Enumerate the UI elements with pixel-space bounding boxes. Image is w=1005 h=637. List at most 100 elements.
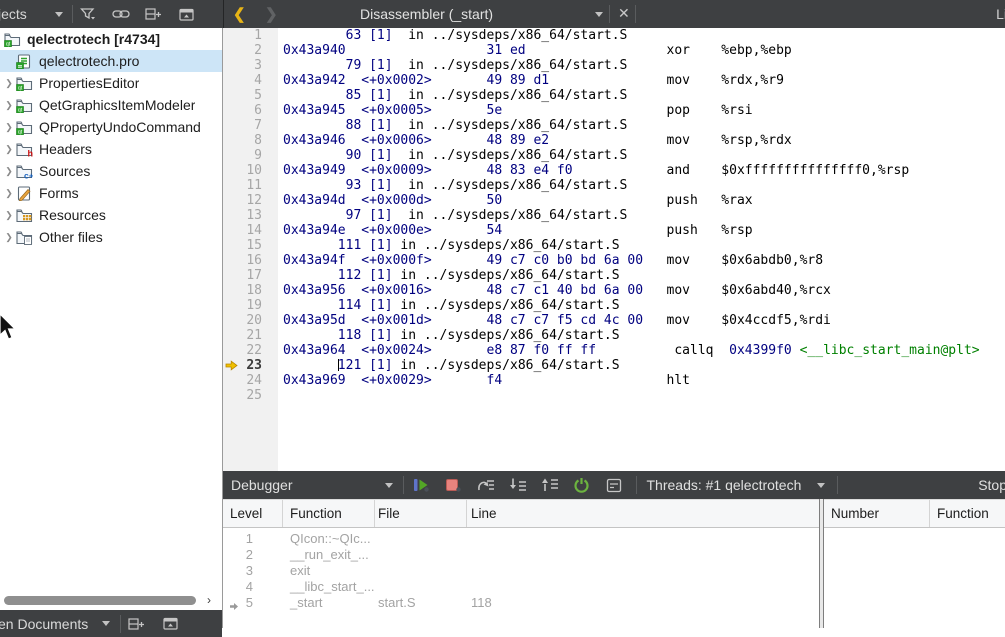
restart-icon[interactable]: [567, 473, 597, 497]
chevron-right-icon[interactable]: ❯: [2, 166, 16, 177]
projects-pane-title[interactable]: jects: [0, 6, 27, 22]
disasm-line-13[interactable]: 97 [1] in ../sysdeps/x86_64/start.S: [278, 208, 1005, 223]
line-number[interactable]: 3: [223, 58, 278, 73]
stack-frame-row[interactable]: 5_startstart.S118: [223, 594, 820, 610]
close-icon[interactable]: ✕: [618, 5, 630, 22]
disasm-line-7[interactable]: 88 [1] in ../sysdeps/x86_64/start.S: [278, 118, 1005, 133]
back-icon[interactable]: ❮: [233, 5, 246, 23]
line-number[interactable]: 16: [223, 253, 278, 268]
line-number[interactable]: 2: [223, 43, 278, 58]
sidebar-item-propertieseditor[interactable]: ❯qtPropertiesEditor: [0, 72, 222, 94]
stack-frame-row[interactable]: 3exit: [223, 562, 820, 578]
disassembly-editor[interactable]: 1234567891011121314151617181920212223242…: [223, 28, 1005, 471]
line-number[interactable]: 21: [223, 328, 278, 343]
stack-column-line[interactable]: Line: [467, 500, 820, 527]
line-number[interactable]: 24: [223, 373, 278, 388]
disasm-line-19[interactable]: 114 [1] in ../sysdeps/x86_64/start.S: [278, 298, 1005, 313]
sidebar-horizontal-scrollbar[interactable]: ›: [0, 593, 222, 608]
split-new-window-icon[interactable]: [143, 3, 165, 25]
line-number[interactable]: 14: [223, 223, 278, 238]
line-number[interactable]: 17: [223, 268, 278, 283]
disasm-line-1[interactable]: 63 [1] in ../sysdeps/x86_64/start.S: [278, 28, 1005, 43]
chevron-right-icon[interactable]: ❯: [2, 122, 16, 133]
console-view-icon[interactable]: [599, 473, 629, 497]
forward-icon[interactable]: ❯: [265, 5, 278, 23]
open-documents-title[interactable]: en Documents: [0, 616, 88, 632]
disasm-line-21[interactable]: 118 [1] in ../sysdeps/x86_64/start.S: [278, 328, 1005, 343]
disasm-line-5[interactable]: 85 [1] in ../sysdeps/x86_64/start.S: [278, 88, 1005, 103]
disasm-line-12[interactable]: 0x43a94d <+0x000d> 50 push %rax: [278, 193, 1005, 208]
line-number[interactable]: 18: [223, 283, 278, 298]
split-new-window-icon[interactable]: [125, 613, 147, 635]
disasm-line-4[interactable]: 0x43a942 <+0x0002> 49 89 d1 mov %rdx,%r9: [278, 73, 1005, 88]
line-number-gutter[interactable]: 1234567891011121314151617181920212223242…: [223, 28, 278, 471]
debugger-perspective-select[interactable]: Debugger: [231, 477, 293, 493]
stack-frame-row[interactable]: 2__run_exit_...: [223, 546, 820, 562]
step-over-icon[interactable]: [471, 473, 501, 497]
disasm-line-23[interactable]: 121 [1] in ../sysdeps/x86_64/start.S: [278, 358, 1005, 373]
disasm-line-24[interactable]: 0x43a969 <+0x0029> f4 hlt: [278, 373, 1005, 388]
sidebar-item-resources[interactable]: ❯Resources: [0, 204, 222, 226]
sidebar-item-qetgraphicsitemmodeler[interactable]: ❯qtQetGraphicsItemModeler: [0, 94, 222, 116]
disasm-line-16[interactable]: 0x43a94f <+0x000f> 49 c7 c0 b0 bd 6a 00 …: [278, 253, 1005, 268]
line-number[interactable]: 22: [223, 343, 278, 358]
code-area[interactable]: 63 [1] in ../sysdeps/x86_64/start.S 0x43a…: [278, 28, 1005, 471]
collapse-panel-icon[interactable]: [176, 3, 198, 25]
step-into-icon[interactable]: [503, 473, 533, 497]
line-number[interactable]: 19: [223, 298, 278, 313]
chevron-down-icon[interactable]: [595, 12, 603, 17]
disasm-line-22[interactable]: 0x43a964 <+0x0024> e8 87 f0 ff ff callq …: [278, 343, 1005, 358]
disasm-line-8[interactable]: 0x43a946 <+0x0006> 48 89 e2 mov %rsp,%rd…: [278, 133, 1005, 148]
sidebar-item-qelectrotech-pro[interactable]: qelectrotech.pro: [0, 50, 222, 72]
sidebar-item-headers[interactable]: ❯hHeaders: [0, 138, 222, 160]
line-number[interactable]: 25: [223, 388, 278, 403]
stack-frame-row[interactable]: 4__libc_start_...: [223, 578, 820, 594]
sidebar-item-sources[interactable]: ❯c+Sources: [0, 160, 222, 182]
chevron-right-icon[interactable]: ❯: [2, 232, 16, 243]
stack-column-function[interactable]: Function: [283, 500, 375, 527]
disasm-line-9[interactable]: 90 [1] in ../sysdeps/x86_64/start.S: [278, 148, 1005, 163]
scrollbar-thumb[interactable]: [4, 596, 196, 605]
scroll-right-icon[interactable]: ›: [207, 593, 211, 607]
disasm-line-18[interactable]: 0x43a956 <+0x0016> 48 c7 c1 40 bd 6a 00 …: [278, 283, 1005, 298]
chevron-down-icon[interactable]: [385, 483, 393, 488]
line-number[interactable]: 4: [223, 73, 278, 88]
link-with-editor-icon[interactable]: [110, 3, 132, 25]
line-number[interactable]: 11: [223, 178, 278, 193]
chevron-right-icon[interactable]: ❯: [2, 78, 16, 89]
stack-column-file[interactable]: File: [375, 500, 467, 527]
line-number[interactable]: 20: [223, 313, 278, 328]
document-dropdown[interactable]: Disassembler (_start): [360, 6, 493, 22]
chevron-right-icon[interactable]: ❯: [2, 100, 16, 111]
breakpoints-column-number[interactable]: Number: [824, 500, 930, 527]
threads-select[interactable]: Threads: #1 qelectrotech: [647, 477, 802, 493]
line-number[interactable]: 10: [223, 163, 278, 178]
chevron-down-icon[interactable]: [817, 483, 825, 488]
line-number[interactable]: 13: [223, 208, 278, 223]
line-number[interactable]: 1: [223, 28, 278, 43]
chevron-down-icon[interactable]: [102, 621, 110, 626]
line-number[interactable]: 8: [223, 133, 278, 148]
disasm-line-6[interactable]: 0x43a945 <+0x0005> 5e pop %rsi: [278, 103, 1005, 118]
disasm-line-3[interactable]: 79 [1] in ../sysdeps/x86_64/start.S: [278, 58, 1005, 73]
interrupt-icon[interactable]: [439, 473, 469, 497]
disasm-line-17[interactable]: 112 [1] in ../sysdeps/x86_64/start.S: [278, 268, 1005, 283]
line-number[interactable]: 15: [223, 238, 278, 253]
filter-icon[interactable]: [77, 3, 99, 25]
breakpoints-column-function[interactable]: Function: [930, 500, 1005, 527]
chevron-right-icon[interactable]: ❯: [2, 144, 16, 155]
line-number[interactable]: 23: [223, 358, 278, 373]
sidebar-item-qpropertyundocommand[interactable]: ❯qtQPropertyUndoCommand: [0, 116, 222, 138]
continue-icon[interactable]: [407, 473, 437, 497]
stack-column-level[interactable]: Level: [223, 500, 283, 527]
disasm-line-10[interactable]: 0x43a949 <+0x0009> 48 83 e4 f0 and $0xff…: [278, 163, 1005, 178]
disasm-line-11[interactable]: 93 [1] in ../sysdeps/x86_64/start.S: [278, 178, 1005, 193]
stack-frame-row[interactable]: 1QIcon::~QIc...: [223, 530, 820, 546]
sidebar-item-other-files[interactable]: ❯Other files: [0, 226, 222, 248]
chevron-down-icon[interactable]: [55, 12, 63, 17]
chevron-right-icon[interactable]: ❯: [2, 188, 16, 199]
sidebar-item-qelectrotech-r4734[interactable]: qtqelectrotech [r4734]: [0, 28, 222, 50]
line-number[interactable]: 6: [223, 103, 278, 118]
line-number[interactable]: 12: [223, 193, 278, 208]
disasm-line-20[interactable]: 0x43a95d <+0x001d> 48 c7 c7 f5 cd 4c 00 …: [278, 313, 1005, 328]
